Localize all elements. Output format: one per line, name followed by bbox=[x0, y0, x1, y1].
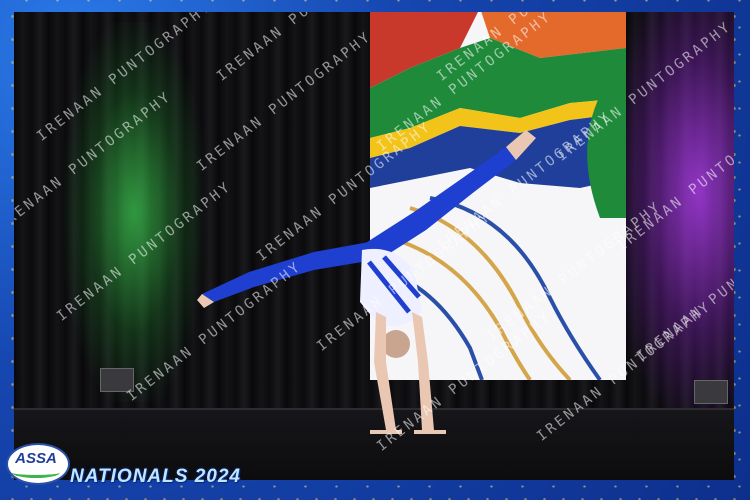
event-title: NATIONALS 2024 bbox=[70, 466, 241, 487]
logo-swoosh-icon bbox=[12, 467, 60, 478]
gymnast-cartwheel bbox=[197, 130, 536, 434]
logo-text: ASSA bbox=[15, 450, 57, 467]
photo-frame: IRENAAN PUNTOGRAPHY IRENAAN PUNTOGRAPHY … bbox=[0, 0, 750, 500]
stage-photo: IRENAAN PUNTOGRAPHY IRENAAN PUNTOGRAPHY … bbox=[14, 12, 734, 480]
assa-logo: ASSA bbox=[6, 443, 70, 485]
